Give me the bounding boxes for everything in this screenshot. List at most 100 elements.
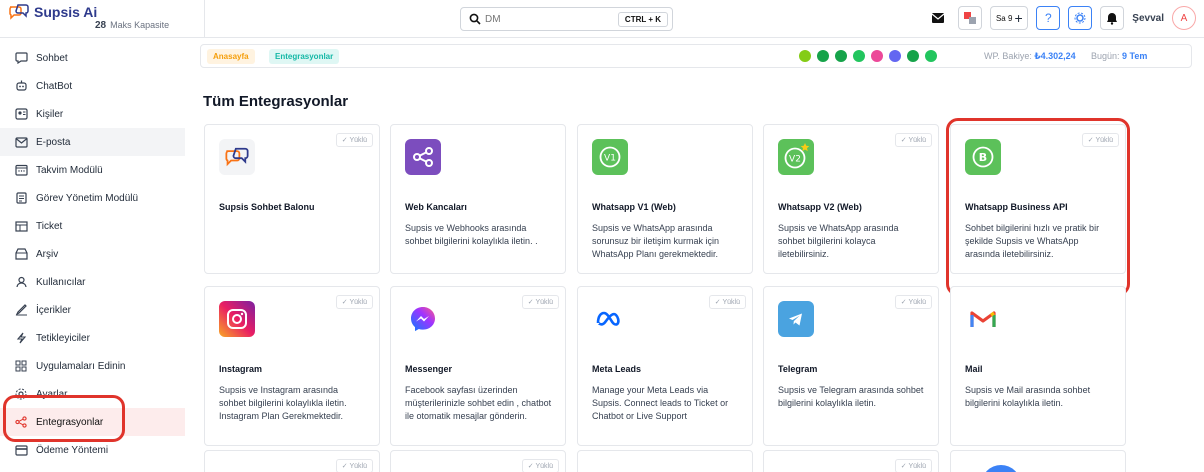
telegram-status-icon[interactable] — [835, 50, 847, 62]
instagram-status-icon[interactable] — [871, 50, 883, 62]
translate-icon[interactable] — [958, 6, 983, 30]
breadcrumb-home[interactable]: Anasayfa — [207, 49, 255, 64]
integration-card-whatsapp-v2[interactable]: ✓ Yüklü V2 Whatsapp V2 (Web) Supsis ve W… — [763, 124, 939, 274]
settings-icon[interactable] — [1068, 6, 1093, 30]
top-actions: Sa 9 + ? Şevval A — [926, 6, 1196, 30]
card-title: Messenger — [405, 364, 453, 374]
breadcrumb: Anasayfa Entegrasyonlar WP. Bakiye: ₺4.3… — [200, 44, 1192, 68]
sidebar-item-sohbet[interactable]: Sohbet — [0, 44, 185, 72]
svg-text:V1: V1 — [604, 154, 616, 164]
card-description: Supsis ve Webhooks arasında sohbet bilgi… — [405, 223, 538, 246]
wa-business-status-icon[interactable] — [925, 50, 937, 62]
search-input[interactable] — [485, 13, 605, 25]
whatsapp-status-icon[interactable] — [853, 50, 865, 62]
card-description: Facebook sayfası üzerinden müşterilerini… — [405, 385, 552, 421]
sidebar-item-label: Kişiler — [36, 108, 64, 120]
partial-icon — [981, 465, 1021, 472]
sidebar-item-chatbot[interactable]: ChatBot — [0, 72, 185, 100]
sidebar-item-label: Görev Yönetim Modülü — [36, 192, 139, 204]
sidebar-item-takvim[interactable]: Takvim Modülü — [0, 156, 185, 184]
installed-badge: ✓ Yüklü — [335, 133, 373, 147]
capacity-indicator: 28 Maks Kapasite — [95, 20, 169, 31]
integration-card-webhooks[interactable]: Web Kancaları Supsis ve Webhooks arasınd… — [390, 124, 566, 274]
integration-card-meta-leads[interactable]: ✓ Yüklü Meta Leads Manage your Meta Lead… — [577, 286, 753, 446]
channel-status-icons — [799, 50, 937, 62]
card-title: Whatsapp V2 (Web) — [778, 202, 862, 212]
integration-card-supsis[interactable]: ✓ Yüklü Supsis Sohbet Balonu — [204, 124, 380, 274]
mail-icon[interactable] — [926, 6, 950, 30]
today-label: Bugün: — [1091, 51, 1120, 61]
app-name: Supsis Ai — [34, 4, 98, 20]
integration-card-messenger[interactable]: ✓ Yüklü Messenger Facebook sayfası üzeri… — [390, 286, 566, 446]
installed-badge: ✓ Yüklü — [521, 459, 559, 472]
bot-icon — [14, 79, 28, 93]
shift-badge: Sa 9 — [995, 13, 1013, 23]
installed-badge: ✓ Yüklü — [708, 295, 746, 309]
users-icon — [14, 275, 28, 289]
task-icon — [14, 191, 28, 205]
whatsapp-v1-icon: V1 — [592, 139, 628, 175]
sidebar-item-icerikler[interactable]: İçerikler — [0, 296, 185, 324]
integration-card-telegram[interactable]: ✓ Yüklü Telegram Supsis ve Telegram aras… — [763, 286, 939, 446]
installed-badge: ✓ Yüklü — [521, 295, 559, 309]
integration-card[interactable] — [577, 450, 753, 472]
installed-badge: ✓ Yüklü — [335, 459, 373, 472]
sidebar-item-label: E-posta — [36, 136, 71, 148]
sidebar-item-label: Takvim Modülü — [36, 164, 103, 176]
wallet-balance: WP. Bakiye: ₺4.302,24 — [984, 51, 1076, 62]
sidebar-item-tetikleyiciler[interactable]: Tetikleyiciler — [0, 324, 185, 352]
wallet-value: ₺4.302,24 — [1034, 51, 1076, 61]
card-title: Mail — [965, 364, 983, 374]
search-box[interactable]: CTRL + K — [460, 7, 673, 31]
sidebar-item-label: ChatBot — [36, 80, 73, 92]
brand[interactable]: Supsis Ai — [8, 4, 97, 20]
contacts-icon — [14, 107, 28, 121]
sidebar-item-gorev[interactable]: Görev Yönetim Modülü — [0, 184, 185, 212]
meta-icon — [592, 301, 628, 337]
payment-icon — [14, 443, 28, 457]
integration-card[interactable] — [950, 450, 1126, 472]
webhook-icon — [405, 139, 441, 175]
chat-status-icon[interactable] — [907, 50, 919, 62]
bell-icon[interactable] — [1100, 6, 1125, 30]
help-icon[interactable]: ? — [1036, 6, 1061, 30]
wallet-label: WP. Bakiye: — [984, 51, 1032, 61]
add-icon[interactable]: Sa 9 + — [990, 6, 1029, 30]
integration-card-mail[interactable]: Mail Supsis ve Mail arasında sohbet bilg… — [950, 286, 1126, 446]
highlight-marker — [3, 395, 125, 442]
telegram-icon — [778, 301, 814, 337]
wifi-status-icon[interactable] — [817, 50, 829, 62]
card-description: Manage your Meta Leads via Supsis. Conne… — [592, 385, 729, 421]
sidebar-item-uygulamalar[interactable]: Uygulamaları Edinin — [0, 352, 185, 380]
messenger-status-icon[interactable] — [889, 50, 901, 62]
installed-badge: ✓ Yüklü — [335, 295, 373, 309]
sidebar-item-label: Ticket — [36, 220, 63, 232]
card-description: Supsis ve WhatsApp arasında sorunsuz bir… — [592, 223, 720, 259]
sidebar-item-kisiler[interactable]: Kişiler — [0, 100, 185, 128]
svg-text:V2: V2 — [789, 155, 801, 165]
archive-icon — [14, 247, 28, 261]
sidebar-item-ticket[interactable]: Ticket — [0, 212, 185, 240]
integration-card[interactable]: ✓ Yüklü — [763, 450, 939, 472]
card-title: Whatsapp V1 (Web) — [592, 202, 676, 212]
trigger-icon — [14, 331, 28, 345]
breadcrumb-current: Entegrasyonlar — [269, 49, 340, 64]
supsis-logo-icon — [9, 4, 29, 20]
integration-card-whatsapp-v1[interactable]: V1 Whatsapp V1 (Web) Supsis ve WhatsApp … — [577, 124, 753, 274]
sidebar-item-eposta[interactable]: E-posta — [0, 128, 185, 156]
sidebar-item-kullanicilar[interactable]: Kullanıcılar — [0, 268, 185, 296]
capacity-number: 28 — [95, 20, 107, 31]
sidebar: Sohbet ChatBot Kişiler E-posta Takvim Mo… — [0, 38, 185, 472]
sidebar-item-label: Sohbet — [36, 52, 68, 64]
highlight-marker — [946, 118, 1130, 296]
integration-card[interactable]: ✓ Yüklü — [390, 450, 566, 472]
integration-card[interactable]: ✓ Yüklü — [204, 450, 380, 472]
integration-card-instagram[interactable]: ✓ Yüklü Instagram Supsis ve Instagram ar… — [204, 286, 380, 446]
avatar[interactable]: A — [1172, 6, 1196, 30]
apps-icon — [14, 359, 28, 373]
sidebar-item-arsiv[interactable]: Arşiv — [0, 240, 185, 268]
chatbot-status-icon[interactable] — [799, 50, 811, 62]
today-value: 9 Tem — [1122, 51, 1148, 61]
user-name[interactable]: Şevval — [1132, 13, 1164, 24]
content-icon — [14, 303, 28, 317]
